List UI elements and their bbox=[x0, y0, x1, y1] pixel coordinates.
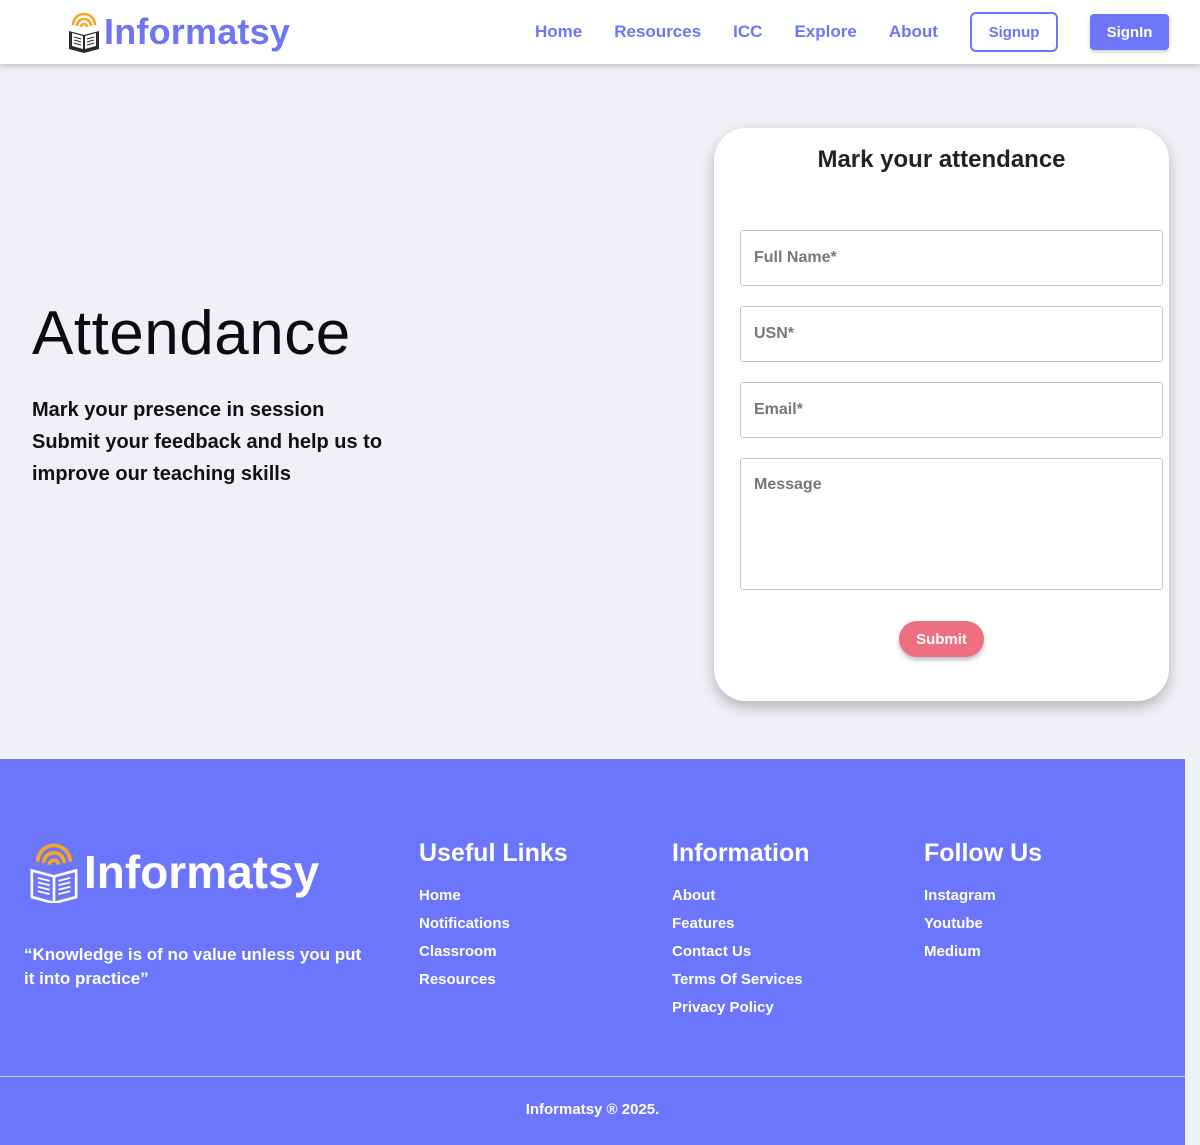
follow-us-heading: Follow Us bbox=[924, 839, 1043, 867]
footer-link-home[interactable]: Home bbox=[419, 882, 568, 910]
email-field[interactable] bbox=[740, 382, 1163, 438]
footer-quote: “Knowledge is of no value unless you put… bbox=[24, 945, 362, 988]
useful-links-heading: Useful Links bbox=[419, 839, 568, 867]
attendance-form-card: Mark your attendance Submit bbox=[714, 128, 1169, 701]
form-title: Mark your attendance bbox=[817, 146, 1066, 173]
footer-link-terms[interactable]: Terms Of Services bbox=[672, 966, 810, 994]
full-name-field[interactable] bbox=[740, 230, 1163, 286]
hero-line: Mark your presence in session bbox=[32, 399, 325, 421]
footer-divider bbox=[0, 1076, 1185, 1077]
hero-line: improve our teaching skills bbox=[32, 463, 291, 485]
signin-button[interactable]: SignIn bbox=[1090, 14, 1169, 50]
footer-link-medium[interactable]: Medium bbox=[924, 938, 1042, 966]
useful-links-column: Useful Links Home Notifications Classroo… bbox=[419, 839, 568, 994]
footer: Informatsy “Knowledge is of no value unl… bbox=[0, 759, 1185, 1145]
follow-us-column: Follow Us Instagram Youtube Medium bbox=[924, 839, 1042, 966]
footer-link-contact-us[interactable]: Contact Us bbox=[672, 938, 810, 966]
book-signal-icon bbox=[69, 12, 99, 53]
footer-link-features[interactable]: Features bbox=[672, 910, 810, 938]
submit-button[interactable]: Submit bbox=[899, 621, 984, 657]
footer-link-resources[interactable]: Resources bbox=[419, 966, 568, 994]
nav-link-about[interactable]: About bbox=[873, 22, 954, 42]
page-title: Attendance bbox=[32, 299, 351, 368]
footer-link-instagram[interactable]: Instagram bbox=[924, 882, 1042, 910]
nav-link-icc[interactable]: ICC bbox=[717, 22, 778, 42]
nav-link-resources[interactable]: Resources bbox=[598, 22, 717, 42]
copyright-text: Informatsy ® 2025. bbox=[525, 1101, 660, 1118]
footer-link-about[interactable]: About bbox=[672, 882, 810, 910]
message-field[interactable] bbox=[740, 458, 1163, 590]
brand-logo[interactable]: Informatsy bbox=[66, 8, 290, 56]
footer-link-privacy[interactable]: Privacy Policy bbox=[672, 994, 810, 1022]
hero-line: Submit your feedback and help us to bbox=[32, 431, 383, 453]
footer-brand-logo[interactable]: Informatsy bbox=[26, 841, 319, 903]
footer-link-notifications[interactable]: Notifications bbox=[419, 910, 568, 938]
footer-brand-name: Informatsy bbox=[84, 846, 320, 898]
information-column: Information About Features Contact Us Te… bbox=[672, 839, 810, 1022]
usn-field[interactable] bbox=[740, 306, 1163, 362]
hero-description: Mark your presence in session Submit you… bbox=[32, 394, 452, 490]
nav-link-home[interactable]: Home bbox=[519, 22, 598, 42]
book-signal-icon bbox=[30, 843, 78, 903]
footer-link-youtube[interactable]: Youtube bbox=[924, 910, 1042, 938]
signup-button[interactable]: Signup bbox=[970, 12, 1058, 52]
main-nav: Home Resources ICC Explore About bbox=[519, 16, 954, 48]
nav-link-explore[interactable]: Explore bbox=[778, 22, 872, 42]
information-heading: Information bbox=[672, 839, 810, 867]
navbar: Informatsy Home Resources ICC Explore Ab… bbox=[0, 0, 1200, 64]
footer-link-classroom[interactable]: Classroom bbox=[419, 938, 568, 966]
brand-name: Informatsy bbox=[104, 11, 291, 52]
